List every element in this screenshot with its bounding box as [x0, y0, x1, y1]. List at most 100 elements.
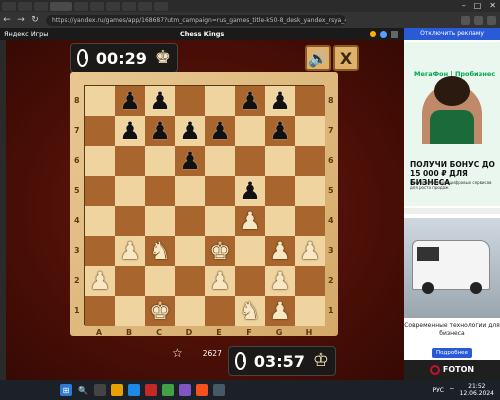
browser-tab[interactable]: [18, 1, 32, 11]
white-pawn-icon[interactable]: ♟: [299, 239, 321, 263]
browser-tab[interactable]: [34, 1, 48, 11]
square-b7[interactable]: ♟: [115, 116, 145, 146]
url-field[interactable]: https://yandex.ru/games/app/168687?utm_c…: [46, 14, 346, 26]
square-b1[interactable]: [115, 296, 145, 326]
square-c2[interactable]: [145, 266, 175, 296]
black-pawn-icon[interactable]: ♟: [209, 119, 231, 143]
white-pawn-icon[interactable]: ♟: [269, 299, 291, 323]
task-view-icon[interactable]: [94, 384, 106, 396]
windows-start-icon[interactable]: ⊞: [60, 384, 72, 396]
square-g7[interactable]: ♟: [265, 116, 295, 146]
square-f8[interactable]: ♟: [235, 86, 265, 116]
white-king-icon[interactable]: ♚: [149, 299, 171, 323]
square-d4[interactable]: [175, 206, 205, 236]
app-icon[interactable]: [213, 384, 225, 396]
square-h7[interactable]: [295, 116, 325, 146]
user-avatar[interactable]: [380, 30, 387, 38]
square-c6[interactable]: [145, 146, 175, 176]
square-e4[interactable]: [205, 206, 235, 236]
square-b3[interactable]: ♟: [115, 236, 145, 266]
close-window-icon[interactable]: ✕: [489, 1, 496, 10]
square-g1[interactable]: ♟: [265, 296, 295, 326]
browser-tab[interactable]: [122, 1, 136, 11]
square-c3[interactable]: ♞: [145, 236, 175, 266]
black-pawn-icon[interactable]: ♟: [149, 119, 171, 143]
profile-icon[interactable]: [487, 15, 496, 25]
square-e7[interactable]: ♟: [205, 116, 235, 146]
square-a4[interactable]: [85, 206, 115, 236]
language-indicator[interactable]: РУС: [433, 387, 444, 394]
white-knight-icon[interactable]: ♞: [239, 299, 261, 323]
square-h5[interactable]: [295, 176, 325, 206]
white-pawn-icon[interactable]: ♟: [269, 269, 291, 293]
square-a3[interactable]: [85, 236, 115, 266]
browser-tab[interactable]: [138, 1, 152, 11]
square-f4[interactable]: ♟: [235, 206, 265, 236]
browser-icon[interactable]: [128, 384, 140, 396]
white-pawn-icon[interactable]: ♟: [269, 239, 291, 263]
black-pawn-icon[interactable]: ♟: [239, 89, 261, 113]
square-a6[interactable]: [85, 146, 115, 176]
square-c5[interactable]: [145, 176, 175, 206]
square-a2[interactable]: ♟: [85, 266, 115, 296]
square-h6[interactable]: [295, 146, 325, 176]
square-h8[interactable]: [295, 86, 325, 116]
square-d5[interactable]: [175, 176, 205, 206]
black-pawn-icon[interactable]: ♟: [179, 149, 201, 173]
square-d3[interactable]: [175, 236, 205, 266]
square-f1[interactable]: ♞: [235, 296, 265, 326]
search-icon[interactable]: 🔍: [77, 384, 89, 396]
square-e1[interactable]: [205, 296, 235, 326]
square-f5[interactable]: ♟: [235, 176, 265, 206]
maximize-icon[interactable]: □: [474, 1, 482, 10]
square-h1[interactable]: [295, 296, 325, 326]
app-icon[interactable]: [179, 384, 191, 396]
forward-icon[interactable]: →: [14, 13, 28, 27]
browser-tab[interactable]: [154, 1, 168, 11]
square-a8[interactable]: [85, 86, 115, 116]
square-b5[interactable]: [115, 176, 145, 206]
yandex-icon[interactable]: [196, 384, 208, 396]
square-b2[interactable]: [115, 266, 145, 296]
square-b8[interactable]: ♟: [115, 86, 145, 116]
square-f7[interactable]: [235, 116, 265, 146]
system-clock[interactable]: 21:52 12.06.2024: [460, 383, 494, 397]
square-c1[interactable]: ♚: [145, 296, 175, 326]
close-game-button[interactable]: X: [333, 45, 359, 71]
fullscreen-icon[interactable]: [391, 30, 398, 38]
disable-ads-button[interactable]: Отключить рекламу: [404, 28, 500, 40]
square-e8[interactable]: [205, 86, 235, 116]
square-f6[interactable]: [235, 146, 265, 176]
square-g4[interactable]: [265, 206, 295, 236]
square-b4[interactable]: [115, 206, 145, 236]
brand-label[interactable]: Яндекс Игры: [0, 30, 48, 38]
wifi-icon[interactable]: ⌔: [449, 386, 455, 394]
square-e2[interactable]: ♟: [205, 266, 235, 296]
megafon-ad[interactable]: МегаФон | Пробизнес ПОЛУЧИ БОНУС ДО 15 0…: [404, 42, 500, 206]
black-pawn-icon[interactable]: ♟: [119, 119, 141, 143]
square-h4[interactable]: [295, 206, 325, 236]
black-pawn-icon[interactable]: ♟: [149, 89, 171, 113]
browser-tab[interactable]: [90, 1, 104, 11]
square-f3[interactable]: [235, 236, 265, 266]
square-g2[interactable]: ♟: [265, 266, 295, 296]
square-a5[interactable]: [85, 176, 115, 206]
square-g8[interactable]: ♟: [265, 86, 295, 116]
black-pawn-icon[interactable]: ♟: [269, 89, 291, 113]
app-icon[interactable]: [145, 384, 157, 396]
white-pawn-icon[interactable]: ♟: [239, 209, 261, 233]
bookmark-icon[interactable]: [474, 15, 483, 25]
black-pawn-icon[interactable]: ♟: [239, 179, 261, 203]
browser-tab-active[interactable]: [50, 1, 72, 11]
square-a7[interactable]: [85, 116, 115, 146]
square-h2[interactable]: [295, 266, 325, 296]
white-knight-icon[interactable]: ♞: [149, 239, 171, 263]
square-d6[interactable]: ♟: [175, 146, 205, 176]
ad-details-button[interactable]: Подробнее: [432, 348, 472, 358]
square-d1[interactable]: [175, 296, 205, 326]
white-pawn-icon[interactable]: ♟: [209, 269, 231, 293]
square-c8[interactable]: ♟: [145, 86, 175, 116]
black-pawn-icon[interactable]: ♟: [119, 89, 141, 113]
white-king-icon[interactable]: ♚: [209, 239, 231, 263]
reload-icon[interactable]: ↻: [28, 13, 42, 27]
